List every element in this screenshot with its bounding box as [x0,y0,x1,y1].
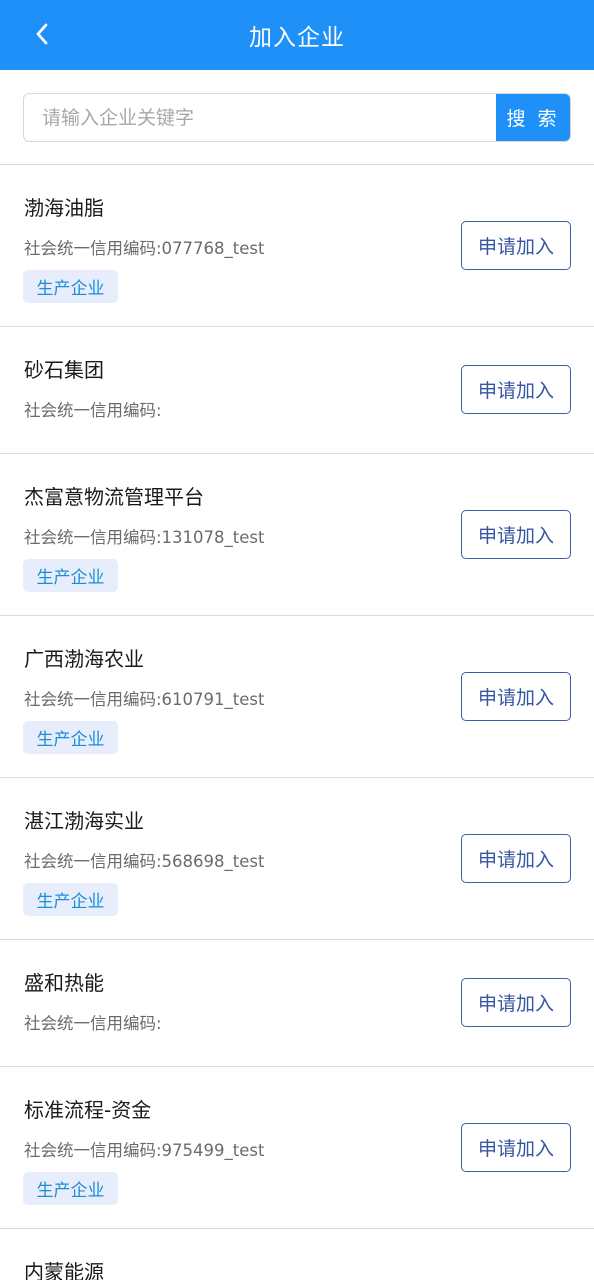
apply-join-button[interactable]: 申请加入 [461,672,571,721]
search-button[interactable]: 搜 索 [496,94,570,141]
company-name: 盛和热能 [24,971,104,995]
page-title: 加入企业 [249,25,345,51]
credit-code: 社会统一信用编码: [24,401,162,420]
company-list-item: 广西渤海农业 社会统一信用编码:610791_test 生产企业 申请加入 [0,616,594,778]
company-name: 渤海油脂 [24,196,104,220]
company-list-item: 渤海油脂 社会统一信用编码:077768_test 生产企业 申请加入 [0,165,594,327]
apply-join-button[interactable]: 申请加入 [461,834,571,883]
credit-code: 社会统一信用编码:975499_test [24,1141,265,1160]
company-list-item: 盛和热能 社会统一信用编码: 申请加入 [0,940,594,1067]
apply-join-button[interactable]: 申请加入 [461,221,571,270]
company-type-badge: 生产企业 [23,1172,118,1205]
apply-join-button[interactable]: 申请加入 [461,365,571,414]
company-type-badge: 生产企业 [23,883,118,916]
credit-code: 社会统一信用编码:131078_test [24,528,265,547]
company-list-item: 杰富意物流管理平台 社会统一信用编码:131078_test 生产企业 申请加入 [0,454,594,616]
apply-join-button[interactable]: 申请加入 [461,1123,571,1172]
company-type-badge: 生产企业 [23,559,118,592]
credit-code: 社会统一信用编码: [24,1014,162,1033]
credit-code: 社会统一信用编码:568698_test [24,852,265,871]
company-type-badge: 生产企业 [23,270,118,303]
apply-join-button[interactable]: 申请加入 [461,978,571,1027]
credit-code: 社会统一信用编码:077768_test [24,239,265,258]
company-name: 杰富意物流管理平台 [24,485,204,509]
company-list-item: 砂石集团 社会统一信用编码: 申请加入 [0,327,594,454]
credit-code: 社会统一信用编码:610791_test [24,690,265,709]
company-name: 砂石集团 [24,358,104,382]
company-name: 广西渤海农业 [24,647,144,671]
company-name: 湛江渤海实业 [24,809,144,833]
search-bar: 搜 索 [0,70,594,165]
company-name: 内蒙能源 [24,1260,104,1280]
company-type-badge: 生产企业 [23,721,118,754]
search-input[interactable] [24,94,498,141]
apply-join-button[interactable]: 申请加入 [461,510,571,559]
company-list: 渤海油脂 社会统一信用编码:077768_test 生产企业 申请加入 砂石集团… [0,165,594,1280]
app-header: 加入企业 [0,0,594,70]
search-box: 搜 索 [23,93,571,142]
company-list-item: 内蒙能源 [0,1229,594,1280]
company-list-item: 湛江渤海实业 社会统一信用编码:568698_test 生产企业 申请加入 [0,778,594,940]
company-list-item: 标准流程-资金 社会统一信用编码:975499_test 生产企业 申请加入 [0,1067,594,1229]
company-name: 标准流程-资金 [24,1098,152,1122]
